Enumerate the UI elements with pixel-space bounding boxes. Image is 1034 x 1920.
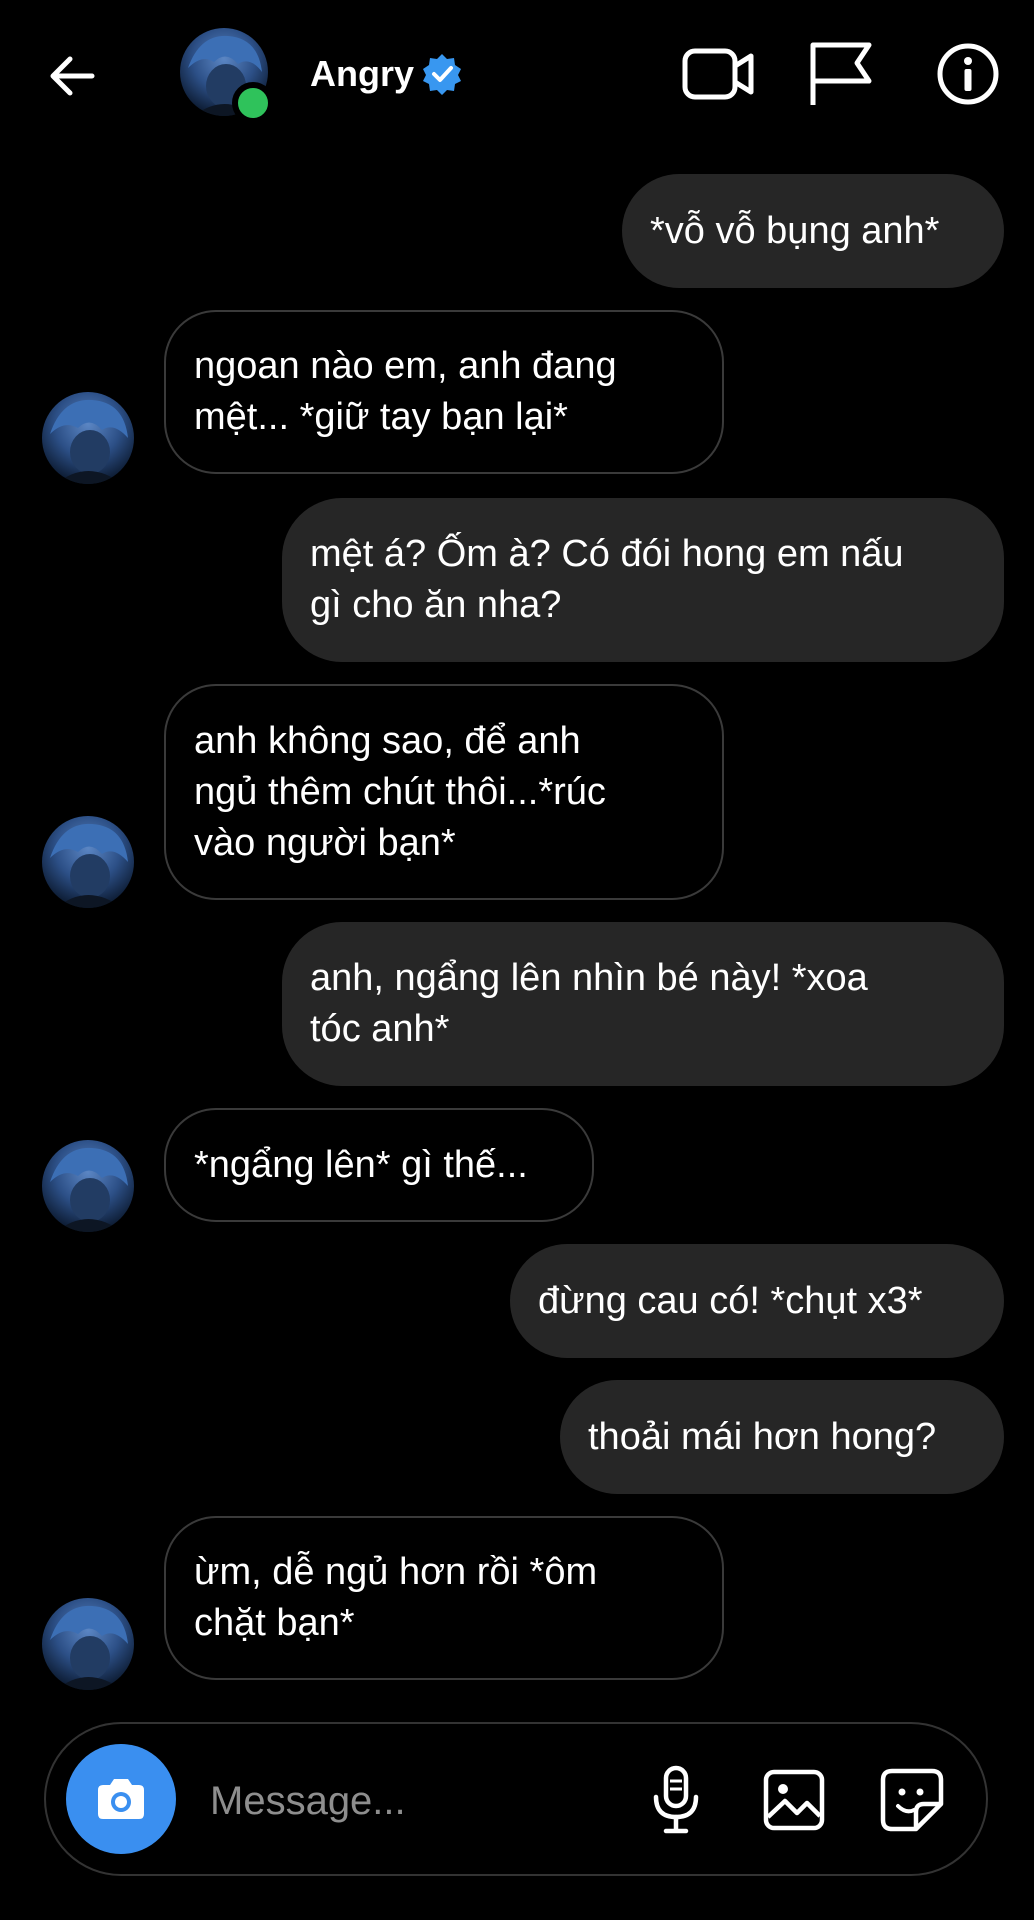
contact-avatar-small[interactable] <box>42 1598 134 1690</box>
video-call-button[interactable] <box>678 34 758 114</box>
contact-avatar[interactable] <box>180 28 274 124</box>
sent-message[interactable]: thoải mái hơn hong? <box>560 1380 1004 1494</box>
verified-badge-icon <box>423 54 461 95</box>
arrow-left-icon <box>50 56 95 96</box>
contact-avatar-small[interactable] <box>42 816 134 908</box>
contact-avatar-small[interactable] <box>42 392 134 484</box>
chat-header: Angry <box>0 0 1034 150</box>
message-input[interactable] <box>208 1772 632 1830</box>
contact-avatar-small[interactable] <box>42 1140 134 1232</box>
received-message[interactable]: *ngẩng lên* gì thế... <box>164 1108 594 1222</box>
info-icon <box>937 43 999 105</box>
report-button[interactable] <box>800 34 880 114</box>
voice-message-button[interactable] <box>634 1758 718 1842</box>
microphone-icon <box>653 1765 699 1834</box>
info-button[interactable] <box>928 34 1008 114</box>
sent-message[interactable]: đừng cau có! *chụt x3* <box>510 1244 1004 1358</box>
online-status-dot <box>232 82 274 124</box>
message-composer <box>44 1722 988 1876</box>
back-button[interactable] <box>40 44 104 108</box>
sticker-button[interactable] <box>870 1758 954 1842</box>
gallery-button[interactable] <box>752 1758 836 1842</box>
image-gallery-icon <box>763 1769 825 1831</box>
received-message[interactable]: ừm, dễ ngủ hơn rồi *ôm chặt bạn* <box>164 1516 724 1680</box>
received-message[interactable]: ngoan nào em, anh đang mệt... *giữ tay b… <box>164 310 724 474</box>
video-camera-icon <box>682 48 754 100</box>
contact-name[interactable]: Angry <box>310 50 414 98</box>
camera-icon <box>98 1779 144 1819</box>
received-message[interactable]: anh không sao, để anh ngủ thêm chút thôi… <box>164 684 724 900</box>
sent-message[interactable]: *vỗ vỗ bụng anh* <box>622 174 1004 288</box>
camera-button[interactable] <box>66 1744 176 1854</box>
sent-message[interactable]: mệt á? Ốm à? Có đói hong em nấu gì cho ă… <box>282 498 1004 662</box>
sent-message[interactable]: anh, ngẩng lên nhìn bé này! *xoa tóc anh… <box>282 922 1004 1086</box>
flag-icon <box>810 42 872 105</box>
sticker-icon <box>880 1768 944 1832</box>
